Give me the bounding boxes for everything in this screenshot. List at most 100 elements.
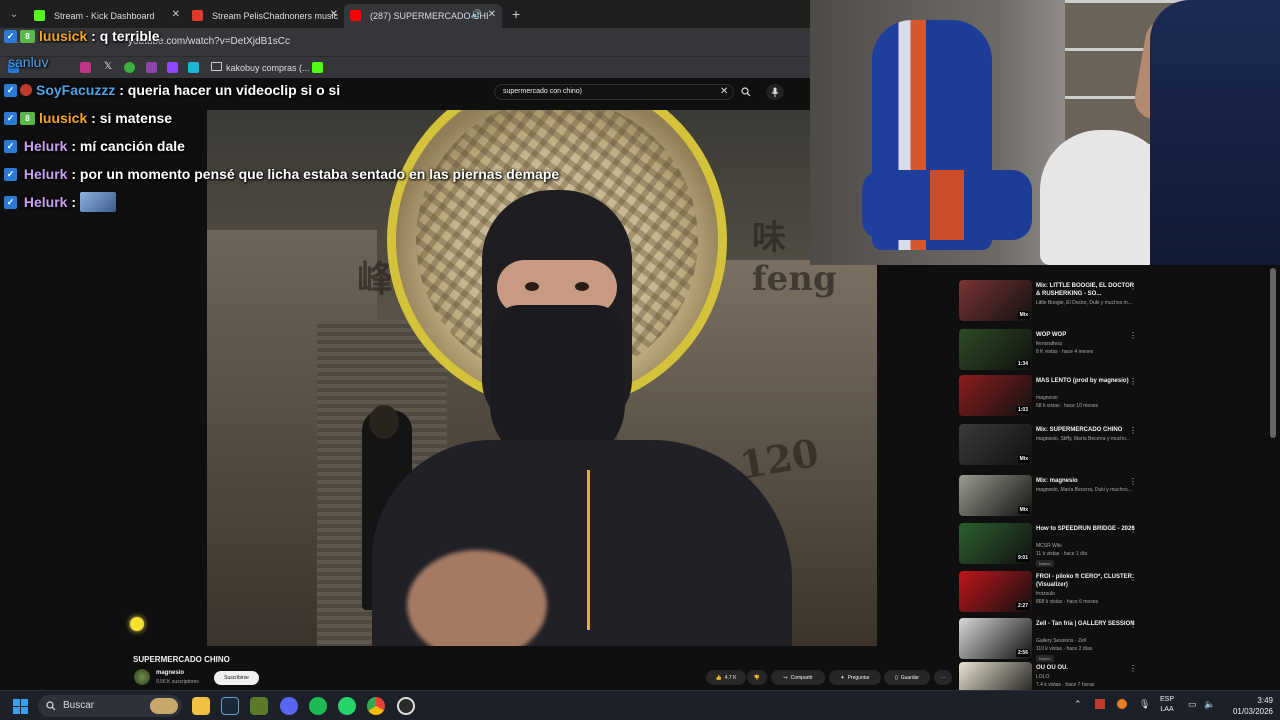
taskbar-clock[interactable]: 3:49 01/03/2026 [1221,695,1273,717]
more-options-icon[interactable]: ⋮ [1129,620,1137,629]
tab-search-icon[interactable]: ⌄ [0,0,28,28]
related-video-title[interactable]: Mix: magnesio [1036,477,1136,485]
app-icon[interactable] [250,697,268,715]
bookmarks-bar: 𝕏 kakobuy compras (... [0,56,810,78]
more-options-icon[interactable]: ⋮ [1129,664,1137,673]
twitch-icon[interactable] [167,62,178,73]
related-video-item[interactable]: Mix Mix: SUPERMERCADO CHINO magnesio, Stif… [957,424,1277,470]
related-video-title[interactable]: OU OU OU. [1036,664,1136,672]
chat-username: Helurk [23,138,68,154]
steam-icon[interactable] [221,697,239,715]
more-options-icon[interactable]: ⋮ [1129,573,1137,582]
video-thumbnail[interactable]: 2:56 [959,618,1032,659]
clear-search-icon[interactable]: ✕ [720,86,728,97]
video-thumbnail[interactable]: 9:01 [959,523,1032,564]
new-badge: Nuevo [1036,560,1054,567]
tab-youtube-video[interactable]: (287) SUPERMERCADO CHI 🔊 ✕ [344,4,502,28]
chrome-icon[interactable] [367,697,385,715]
related-video-item[interactable]: 1:34 WOP WOP fernorafless 8 K vistas · hace… [957,329,1277,375]
more-actions-button[interactable]: ⋯ [934,670,952,685]
related-video-item[interactable]: Mix Mix: magnesio magnesio, María Becerra,… [957,475,1277,521]
spotify-icon[interactable] [309,697,327,715]
related-video-title[interactable]: FROI - piloko ft CERO*, CLUSTER (Visuali… [1036,573,1136,589]
language-indicator[interactable]: ESP LAA [1160,695,1174,715]
more-options-icon[interactable]: ⋮ [1129,377,1137,386]
related-video-title[interactable]: Mix: LITTLE BOOGIE, EL DOCTOR & RUSHERKI… [1036,282,1136,298]
more-options-icon[interactable]: ⋮ [1129,525,1137,534]
bookmark-icon[interactable] [146,62,157,73]
ask-label: Preguntar [847,674,870,681]
subscribe-button[interactable]: Suscribirse [214,671,259,685]
search-highlight-icon [150,698,178,714]
bookmark-icon[interactable] [312,62,323,73]
chat-username: luusick [39,28,88,44]
subscriber-badge-icon: 8 [20,111,35,125]
tab-kick-dashboard[interactable]: Stream - Kick Dashboard ✕ [28,4,186,28]
microphone-icon[interactable]: 🎙 [1139,699,1150,710]
search-input[interactable]: supermercado con chino) [494,84,734,100]
related-video-title[interactable]: MAS LENTO (prod by magnesio) [1036,377,1136,385]
whatsapp-icon[interactable] [338,697,356,715]
volume-icon[interactable]: 🔈 [1204,699,1215,710]
taskbar-search[interactable]: Buscar [38,695,182,717]
like-button[interactable]: 👍 4.7 K [706,670,746,685]
obs-icon[interactable] [397,697,415,715]
file-explorer-icon[interactable] [192,697,210,715]
video-thumbnail[interactable] [959,662,1032,690]
x-icon[interactable]: 𝕏 [104,61,112,72]
close-icon[interactable]: ✕ [172,9,180,20]
share-button[interactable]: ↪ Compartir [771,670,825,685]
tray-app-icon[interactable] [1117,699,1127,709]
bookmark-kakobuy[interactable]: kakobuy compras (... [226,63,310,73]
related-video-title[interactable]: WOP WOP [1036,331,1136,339]
close-icon[interactable]: ✕ [330,9,338,20]
related-video-item[interactable]: 2:56 Zell - Tan fría | GALLERY SESSION Gal… [957,618,1277,664]
related-video-item[interactable]: Mix Mix: LITTLE BOOGIE, EL DOCTOR & RUSHE… [957,280,1277,326]
more-options-icon[interactable]: ⋮ [1129,282,1137,291]
related-video-title[interactable]: How to SPEEDRUN BRIDGE - 2026 [1036,525,1136,533]
chat-text: : mí canción dale [71,138,185,154]
video-duration-badge: 2:27 [1015,602,1030,610]
related-video-title[interactable]: Zell - Tan fría | GALLERY SESSION [1036,620,1136,628]
video-thumbnail[interactable]: Mix [959,475,1032,516]
subscriber-badge-icon: 8 [20,29,35,43]
tab-stream-music[interactable]: Stream PelisChadnoners music ✕ [186,4,344,28]
related-video-item[interactable]: 9:01 How to SPEEDRUN BRIDGE - 2026 MCSR Wi… [957,523,1277,569]
more-options-icon[interactable]: ⋮ [1129,477,1137,486]
video-thumbnail[interactable]: 1:34 [959,329,1032,370]
related-video-item[interactable]: 2:27 FROI - piloko ft CERO*, CLUSTER (Vis… [957,571,1277,617]
discord-icon[interactable] [280,697,298,715]
video-duration-badge: Mix [1017,455,1030,463]
sidebar-scrollbar[interactable] [1270,268,1276,438]
close-icon[interactable]: ✕ [488,9,496,20]
bookmark-icon[interactable] [188,62,199,73]
chevron-up-icon[interactable]: ⌃ [1074,699,1082,710]
video-player[interactable]: 峰味 味 feng A 120 [207,110,877,646]
related-video-item[interactable]: 1:03 MAS LENTO (prod by magnesio) magnesio… [957,375,1277,421]
video-thumbnail[interactable]: Mix [959,424,1032,465]
bookmark-icon[interactable] [124,62,135,73]
ask-button[interactable]: ✦ Preguntar [829,670,881,685]
more-options-icon[interactable]: ⋮ [1129,426,1137,435]
search-button[interactable] [737,84,755,100]
channel-avatar[interactable] [134,669,150,685]
related-video-title[interactable]: Mix: SUPERMERCADO CHINO [1036,426,1136,434]
network-icon[interactable]: ▭ [1188,699,1197,710]
voice-search-button[interactable] [766,84,784,100]
verified-badge-icon: ✓ [4,167,17,181]
speaker-icon[interactable]: 🔊 [471,9,482,20]
video-thumbnail[interactable]: 1:03 [959,375,1032,416]
more-icon: ⋯ [940,674,946,681]
more-options-icon[interactable]: ⋮ [1129,331,1137,340]
video-thumbnail[interactable]: 2:27 [959,571,1032,612]
bookmark-save-icon: ▯ [894,674,898,681]
related-video-item[interactable]: OU OU OU. LOLO 7.4 k vistas · hace 7 horas… [957,662,1277,690]
new-tab-button[interactable]: + [512,6,520,22]
bookmark-icon[interactable] [80,62,91,73]
save-button[interactable]: ▯ Guardar [884,670,930,685]
tray-app-icon[interactable] [1095,699,1105,709]
video-thumbnail[interactable]: Mix [959,280,1032,321]
dislike-button[interactable]: 👎 [747,670,767,685]
windows-start-icon[interactable] [13,699,28,714]
channel-name[interactable]: magnesio [156,670,184,676]
